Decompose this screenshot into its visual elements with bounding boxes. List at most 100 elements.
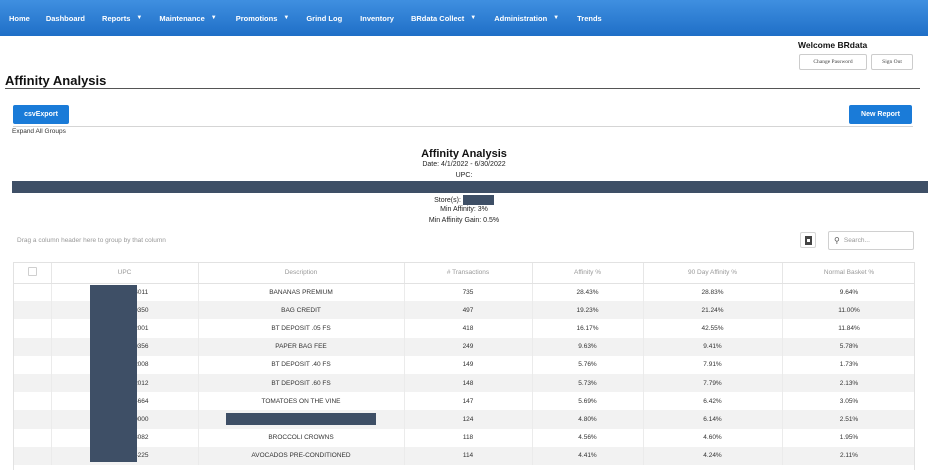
affinity-90-cell: 4.24% xyxy=(643,446,783,465)
redacted-store xyxy=(462,195,494,205)
nav-inventory-label: Inventory xyxy=(360,13,394,23)
affinity-cell: 5.76% xyxy=(532,355,644,374)
transactions-cell: 418 xyxy=(404,319,533,338)
report-date: Date: 4/1/2022 - 6/30/2022 xyxy=(422,161,506,168)
affinity-cell: 4.80% xyxy=(532,410,644,429)
nav-inventory[interactable]: Inventory xyxy=(360,14,394,23)
excel-file-icon xyxy=(804,235,812,245)
normal-basket-cell: 2.13% xyxy=(782,373,914,393)
chevron-down-icon: ▼ xyxy=(553,15,560,21)
redacted-description xyxy=(226,413,376,426)
table-row[interactable]: 04011 BANANAS PREMIUM 735 28.43% 28.83% … xyxy=(14,283,914,302)
expand-all-groups-link[interactable]: Expand All Groups xyxy=(12,128,66,135)
affinity-cell: 16.17% xyxy=(532,319,644,338)
normal-basket-cell: 2.51% xyxy=(782,410,914,429)
nav-grind-log[interactable]: Grind Log xyxy=(306,14,342,23)
nav-home-label: Home xyxy=(9,13,30,23)
report-title: Affinity Analysis xyxy=(421,148,507,160)
description-cell xyxy=(198,410,405,429)
row-select-cell[interactable] xyxy=(14,337,52,356)
report-min-affinity-gain: Min Affinity Gain: 0.5% xyxy=(428,217,500,224)
affinity-90-cell: 6.14% xyxy=(643,410,783,429)
table-row[interactable]: 03082 BROCCOLI CROWNS 118 4.56% 4.60% 1.… xyxy=(14,428,914,447)
affinity-90-cell: 6.42% xyxy=(643,392,783,411)
chevron-down-icon: ▼ xyxy=(470,15,477,21)
row-select-cell[interactable] xyxy=(14,410,52,429)
search-icon: ⚲ xyxy=(834,236,840,245)
row-select-cell[interactable] xyxy=(14,301,52,320)
csv-export-button[interactable]: csvExport xyxy=(13,105,69,124)
nav-maintenance[interactable]: Maintenance ▼ xyxy=(159,14,216,23)
transactions-cell: 149 xyxy=(404,355,533,374)
export-excel-button[interactable] xyxy=(800,232,816,248)
table-row[interactable]: 00000 124 4.80% 6.14% 2.51% xyxy=(14,410,914,429)
nav-dashboard[interactable]: Dashboard xyxy=(46,14,85,23)
table-row[interactable]: 02008 BT DEPOSIT .40 FS 149 5.76% 7.91% … xyxy=(14,355,914,374)
redacted-upc-bar xyxy=(12,181,928,193)
nav-administration-label: Administration xyxy=(494,13,548,23)
column-header-affinity[interactable]: Affinity % xyxy=(532,263,644,284)
table-row[interactable]: 00356 PAPER BAG FEE 249 9.63% 9.41% 5.78… xyxy=(14,337,914,356)
nav-trends[interactable]: Trends xyxy=(577,14,602,23)
search-input[interactable] xyxy=(843,237,904,244)
affinity-table: UPC Description # Transactions Affinity … xyxy=(14,263,914,465)
table-row[interactable]: 00350 BAG CREDIT 497 19.23% 21.24% 11.00… xyxy=(14,301,914,320)
column-header-description[interactable]: Description xyxy=(198,263,405,284)
chevron-down-icon: ▼ xyxy=(283,15,290,21)
row-select-cell[interactable] xyxy=(14,373,52,393)
table-row[interactable]: 04225 AVOCADOS PRE-CONDITIONED 114 4.41%… xyxy=(14,446,914,465)
normal-basket-cell: 11.84% xyxy=(782,319,914,338)
affinity-90-cell: 28.83% xyxy=(643,283,783,302)
nav-home[interactable]: Home xyxy=(9,14,30,23)
nav-promotions[interactable]: Promotions ▼ xyxy=(236,14,290,23)
affinity-90-cell: 7.91% xyxy=(643,355,783,374)
affinity-cell: 9.63% xyxy=(532,337,644,356)
affinity-90-cell: 21.24% xyxy=(643,301,783,320)
nav-grind-log-label: Grind Log xyxy=(306,13,343,23)
table-row[interactable]: 02012 BT DEPOSIT .60 FS 148 5.73% 7.79% … xyxy=(14,373,914,393)
change-password-button[interactable]: Change Password xyxy=(799,54,867,70)
affinity-cell: 5.69% xyxy=(532,392,644,411)
redacted-upc-column xyxy=(90,285,137,462)
group-panel-hint[interactable]: Drag a column header here to group by th… xyxy=(17,237,166,244)
normal-basket-cell: 9.64% xyxy=(782,283,914,302)
column-header-normal-basket[interactable]: Normal Basket % xyxy=(782,263,914,284)
description-cell: TOMATOES ON THE VINE xyxy=(198,392,405,411)
app-root: Home Dashboard Reports ▼ Maintenance ▼ Pro… xyxy=(0,0,928,470)
row-select-cell[interactable] xyxy=(14,446,52,465)
row-select-cell[interactable] xyxy=(14,428,52,447)
transactions-cell: 249 xyxy=(404,337,533,356)
column-header-transactions[interactable]: # Transactions xyxy=(404,263,533,284)
grid-search-box[interactable]: ⚲ xyxy=(828,231,914,250)
report-upc-label: UPC: xyxy=(455,172,473,179)
affinity-cell: 28.43% xyxy=(532,283,644,302)
sign-out-button[interactable]: Sign Out xyxy=(871,54,913,70)
nav-reports[interactable]: Reports ▼ xyxy=(102,14,142,23)
description-cell: BT DEPOSIT .40 FS xyxy=(198,355,405,374)
row-select-cell[interactable] xyxy=(14,319,52,338)
select-all-header[interactable] xyxy=(14,263,52,284)
normal-basket-cell: 5.78% xyxy=(782,337,914,356)
report-stores: Store(s): xyxy=(0,195,928,205)
chevron-down-icon: ▼ xyxy=(136,15,143,21)
new-report-button[interactable]: New Report xyxy=(849,105,912,124)
column-header-90-day-affinity[interactable]: 90 Day Affinity % xyxy=(643,263,783,284)
row-select-cell[interactable] xyxy=(14,355,52,374)
transactions-cell: 148 xyxy=(404,373,533,393)
affinity-cell: 4.56% xyxy=(532,428,644,447)
toolbar-divider xyxy=(13,126,913,127)
normal-basket-cell: 1.73% xyxy=(782,355,914,374)
column-header-upc[interactable]: UPC xyxy=(51,263,199,284)
transactions-cell: 124 xyxy=(404,410,533,429)
affinity-90-cell: 9.41% xyxy=(643,337,783,356)
table-row[interactable]: 04664 TOMATOES ON THE VINE 147 5.69% 6.4… xyxy=(14,392,914,411)
row-select-cell[interactable] xyxy=(14,283,52,302)
transactions-cell: 497 xyxy=(404,301,533,320)
table-row[interactable]: 02001 BT DEPOSIT .05 FS 418 16.17% 42.55… xyxy=(14,319,914,338)
select-all-checkbox[interactable] xyxy=(27,267,37,277)
nav-administration[interactable]: Administration ▼ xyxy=(494,14,559,23)
row-select-cell[interactable] xyxy=(14,392,52,411)
nav-brdata-collect[interactable]: BRdata Collect ▼ xyxy=(411,14,476,23)
description-cell: PAPER BAG FEE xyxy=(198,337,405,356)
nav-dashboard-label: Dashboard xyxy=(45,13,86,23)
